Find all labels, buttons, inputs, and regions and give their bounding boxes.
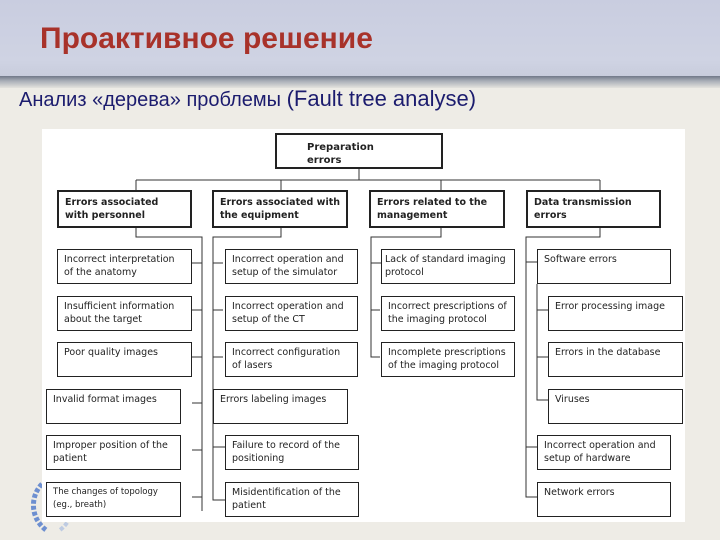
leaf-node: Errors in the database: [548, 342, 683, 377]
connector-management: [370, 228, 442, 358]
leaf-node: Viruses: [548, 389, 683, 424]
leaf-node: Incorrect interpretation of the anatomy: [57, 249, 192, 284]
leaf-node: Incorrect operation and setup of the CT: [225, 296, 358, 331]
leaf-node: Incomplete prescriptions of the imaging …: [381, 342, 515, 377]
connector-root: [135, 167, 601, 191]
leaf-node: Software errors: [537, 249, 671, 284]
leaf-node: Improper position of the patient: [46, 435, 181, 470]
leaf-node: Poor quality images: [57, 342, 192, 377]
category-equipment: Errors associated with the equipment: [212, 190, 348, 228]
leaf-node: Network errors: [537, 482, 671, 517]
leaf-node: Errors labeling images: [213, 389, 348, 424]
leaf-node: Incorrect operation and setup of hardwar…: [537, 435, 671, 470]
category-management: Errors related to the management: [369, 190, 505, 228]
leaf-node: Incorrect prescriptions of the imaging p…: [381, 296, 515, 331]
leaf-node: Error processing image: [548, 296, 683, 331]
root-node: Preparation errors: [275, 133, 443, 169]
category-personnel: Errors associated with personnel: [57, 190, 192, 228]
leaf-node: Misidentification of the patient: [225, 482, 359, 517]
leaf-node: Incorrect operation and setup of the sim…: [225, 249, 358, 284]
leaf-node: Incorrect configuration of lasers: [225, 342, 358, 377]
leaf-node: Failure to record of the positioning: [225, 435, 359, 470]
leaf-node: Invalid format images: [46, 389, 181, 424]
leaf-node: The changes of topology (eg., breath): [46, 482, 181, 517]
leaf-node: Insufficient information about the targe…: [57, 296, 192, 331]
category-data-transmission: Data transmission errors: [526, 190, 661, 228]
leaf-node: Lack of standard imaging protocol: [381, 249, 515, 284]
